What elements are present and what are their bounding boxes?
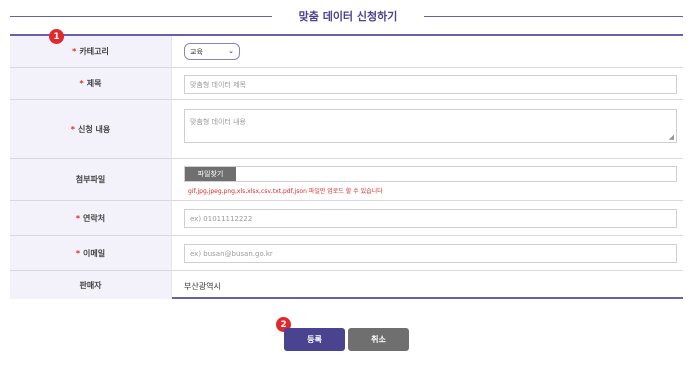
seller-label: 판매자 <box>10 271 172 299</box>
title-divider-right <box>424 16 683 17</box>
content-placeholder: 맞춤형 데이터 내용 <box>190 118 246 126</box>
attachment-cell: 파일찾기 gif,jpg,jpeg,png,xls,xlsx,csv,txt,p… <box>172 159 683 200</box>
file-input[interactable]: 파일찾기 <box>184 166 677 182</box>
row-subject: * 제목 맞춤형 데이터 제목 <box>10 68 683 100</box>
category-cell: 교육 ⌄ <box>172 36 683 67</box>
row-contact: * 연락처 ex) 01011112222 <box>10 201 683 236</box>
cancel-button[interactable]: 취소 <box>348 328 409 351</box>
request-form: * 카테고리 교육 ⌄ * 제목 맞춤형 데이터 제목 * 신청 내용 맞춤형 <box>10 34 683 299</box>
subject-placeholder: 맞춤형 데이터 제목 <box>190 80 246 89</box>
contact-input[interactable]: ex) 01011112222 <box>184 209 677 228</box>
email-cell: ex) busan@busan.go.kr <box>172 236 683 270</box>
contact-label-text: 연락처 <box>83 213 106 223</box>
attachment-label: 첨부파일 <box>10 159 172 200</box>
contact-cell: ex) 01011112222 <box>172 201 683 235</box>
title-divider-left <box>10 16 272 17</box>
subject-label: * 제목 <box>10 68 172 99</box>
seller-label-text: 판매자 <box>79 280 102 290</box>
category-selected-value: 교육 <box>190 47 203 56</box>
contact-placeholder: ex) 01011112222 <box>190 214 253 223</box>
content-label-text: 신청 내용 <box>77 124 111 134</box>
category-label-text: 카테고리 <box>79 47 109 56</box>
seller-value: 부산광역시 <box>184 282 221 291</box>
category-label: * 카테고리 <box>10 36 172 67</box>
required-mark: * <box>75 248 81 258</box>
required-mark: * <box>70 124 75 134</box>
seller-cell: 부산광역시 <box>172 271 683 299</box>
step-badge-1: 1 <box>49 29 64 44</box>
content-label: * 신청 내용 <box>10 100 172 158</box>
subject-input[interactable]: 맞춤형 데이터 제목 <box>184 75 677 94</box>
subject-label-text: 제목 <box>86 79 102 88</box>
submit-button[interactable]: 등록 <box>284 328 345 351</box>
content-textarea[interactable]: 맞춤형 데이터 내용 ◢ <box>184 109 677 143</box>
row-seller: 판매자 부산광역시 <box>10 271 683 299</box>
page-title: 맞춤 데이터 신청하기 <box>298 10 398 23</box>
category-select[interactable]: 교육 ⌄ <box>184 43 240 60</box>
required-mark: * <box>79 79 84 88</box>
row-content: * 신청 내용 맞춤형 데이터 내용 ◢ <box>10 100 683 159</box>
required-mark: * <box>75 213 81 223</box>
content-cell: 맞춤형 데이터 내용 ◢ <box>172 100 683 158</box>
email-label: * 이메일 <box>10 236 172 270</box>
row-category: * 카테고리 교육 ⌄ <box>10 36 683 68</box>
required-mark: * <box>72 47 77 56</box>
email-placeholder: ex) busan@busan.go.kr <box>190 249 273 258</box>
subject-cell: 맞춤형 데이터 제목 <box>172 68 683 99</box>
contact-label: * 연락처 <box>10 201 172 235</box>
file-type-notice: gif,jpg,jpeg,png,xls,xlsx,csv,txt,pdf,js… <box>188 188 383 195</box>
email-input[interactable]: ex) busan@busan.go.kr <box>184 244 677 263</box>
row-attachment: 첨부파일 파일찾기 gif,jpg,jpeg,png,xls,xlsx,csv,… <box>10 159 683 201</box>
page-header: 맞춤 데이터 신청하기 <box>0 0 693 34</box>
file-browse-button[interactable]: 파일찾기 <box>185 167 236 181</box>
email-label-text: 이메일 <box>83 248 106 258</box>
row-email: * 이메일 ex) busan@busan.go.kr <box>10 236 683 271</box>
resize-handle-icon[interactable]: ◢ <box>669 133 674 141</box>
chevron-down-icon: ⌄ <box>228 47 234 55</box>
attachment-label-text: 첨부파일 <box>75 175 106 184</box>
